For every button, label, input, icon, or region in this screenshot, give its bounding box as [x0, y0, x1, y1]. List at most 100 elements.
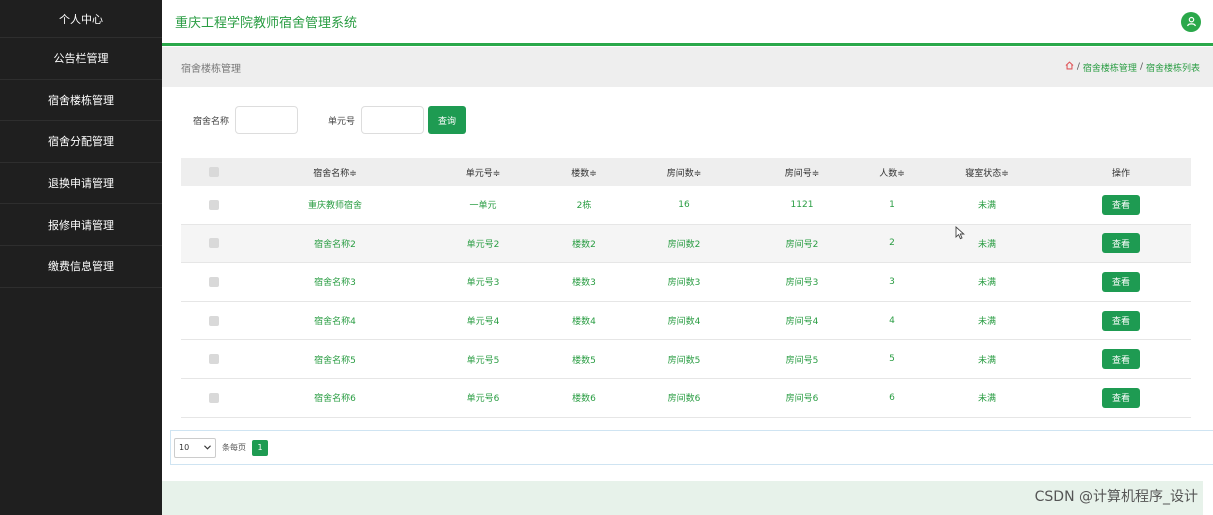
home-icon[interactable] — [1065, 61, 1074, 73]
cell-status: 未满 — [977, 355, 996, 366]
table-row: 重庆教师宿舍 一单元 2栋 16 1121 1 未满 查看 — [181, 186, 1191, 225]
view-button[interactable]: 查看 — [1102, 310, 1140, 331]
cell-floors: 楼数5 — [572, 355, 596, 366]
breadcrumb-item: 宿舍楼栋列表 — [1145, 63, 1200, 74]
header-actions: 操作 — [1111, 168, 1130, 179]
row-checkbox[interactable] — [209, 276, 219, 287]
sidebar-item-label: 公告栏管理 — [53, 52, 109, 66]
view-button[interactable]: 查看 — [1102, 349, 1140, 370]
breadcrumb: / 宿舍楼栋管理 / 宿舍楼栋列表 — [1065, 61, 1200, 74]
cell-status: 未满 — [977, 239, 996, 250]
sidebar-item-label: 缴费信息管理 — [48, 260, 114, 274]
cell-room-no: 房间号5 — [785, 355, 819, 366]
dorm-name-input[interactable] — [235, 106, 299, 134]
row-select-cell — [181, 186, 247, 224]
unit-label: 单元号 — [328, 116, 356, 127]
header-unit[interactable]: 单元号≑ — [423, 158, 543, 186]
cell-rooms: 16 — [678, 199, 690, 210]
table-row: 宿舍名称4 单元号4 楼数4 房间数4 房间号4 4 未满 查看 — [181, 302, 1191, 341]
row-checkbox[interactable] — [209, 199, 219, 210]
table-row: 宿舍名称3 单元号3 楼数3 房间数3 房间号3 3 未满 查看 — [181, 263, 1191, 302]
row-checkbox[interactable] — [209, 354, 219, 365]
app-title: 重庆工程学院教师宿舍管理系统 — [175, 16, 358, 31]
action-cell: 查看 — [1051, 225, 1191, 263]
cell-people: 2 — [889, 238, 895, 249]
breadcrumb-bar: 宿舍楼栋管理 / 宿舍楼栋管理 / 宿舍楼栋列表 — [162, 47, 1213, 87]
row-checkbox[interactable] — [209, 315, 219, 326]
select-all-checkbox[interactable] — [209, 167, 219, 177]
search-button[interactable]: 查询 — [428, 106, 467, 134]
cell-unit: 单元号5 — [466, 355, 500, 366]
table-row: 宿舍名称2 单元号2 楼数2 房间数2 房间号2 2 未满 查看 — [181, 224, 1191, 264]
cell-people: 6 — [889, 392, 895, 403]
breadcrumb-separator: / — [1139, 62, 1143, 72]
header-floors[interactable]: 楼数≑ — [543, 158, 625, 186]
cell-status: 未满 — [977, 394, 996, 405]
sidebar-item-exchange[interactable]: 退换申请管理 — [0, 163, 162, 205]
dorm-name-label: 宿舍名称 — [193, 116, 230, 127]
view-button[interactable]: 查看 — [1102, 387, 1140, 408]
sidebar-item-label: 报修申请管理 — [48, 218, 114, 232]
view-button[interactable]: 查看 — [1102, 194, 1140, 215]
header-rooms[interactable]: 房间数≑ — [625, 158, 743, 186]
per-page-text: 条每页 — [222, 443, 246, 452]
cell-floors: 楼数2 — [572, 239, 596, 250]
breadcrumb-separator: / — [1076, 62, 1080, 72]
cell-floors: 楼数6 — [572, 394, 596, 405]
table-row: 宿舍名称6 单元号6 楼数6 房间数6 房间号6 6 未满 查看 — [181, 379, 1191, 418]
main-content: 重庆工程学院教师宿舍管理系统 宿舍楼栋管理 / 宿舍楼栋管理 / 宿舍楼栋列表 … — [162, 0, 1213, 515]
chevron-down-icon — [204, 443, 211, 452]
sidebar-item-notice[interactable]: 公告栏管理 — [0, 38, 162, 80]
action-cell: 查看 — [1051, 186, 1191, 224]
row-checkbox[interactable] — [209, 238, 219, 249]
cell-rooms: 房间数5 — [667, 355, 701, 366]
sidebar-item-dorm-assign[interactable]: 宿舍分配管理 — [0, 121, 162, 163]
sidebar-item-label: 宿舍分配管理 — [48, 135, 114, 149]
row-select-cell — [181, 302, 247, 340]
cell-room-no: 房间号2 — [785, 239, 819, 250]
page-size-value: 10 — [179, 443, 190, 452]
cell-unit: 单元号4 — [466, 317, 500, 328]
sidebar-item-personal-center[interactable]: 个人中心 — [0, 0, 162, 38]
view-button[interactable]: 查看 — [1102, 233, 1140, 254]
cell-rooms: 房间数3 — [667, 278, 701, 289]
cell-status: 未满 — [977, 317, 996, 328]
row-select-cell — [181, 379, 247, 417]
header-room-no[interactable]: 房间号≑ — [743, 158, 861, 186]
action-cell: 查看 — [1051, 379, 1191, 417]
row-select-cell — [181, 263, 247, 301]
cell-dorm-name: 宿舍名称4 — [314, 317, 356, 328]
mouse-cursor-icon — [955, 225, 965, 243]
row-select-cell — [181, 340, 247, 378]
sidebar-item-payment[interactable]: 缴费信息管理 — [0, 246, 162, 288]
breadcrumb-item[interactable]: 宿舍楼栋管理 — [1083, 61, 1137, 74]
top-bar: 重庆工程学院教师宿舍管理系统 — [162, 0, 1213, 46]
dorm-table: 宿舍名称≑ 单元号≑ 楼数≑ 房间数≑ 房间号≑ 人数≑ 寝室状态≑ 操作 重庆… — [181, 158, 1191, 418]
unit-input[interactable] — [361, 106, 425, 134]
header-dorm-name[interactable]: 宿舍名称≑ — [247, 158, 423, 186]
cell-dorm-name: 宿舍名称2 — [314, 239, 356, 250]
sidebar-item-dorm-building[interactable]: 宿舍楼栋管理 — [0, 80, 162, 122]
sidebar-item-repair[interactable]: 报修申请管理 — [0, 204, 162, 246]
header-people[interactable]: 人数≑ — [861, 158, 923, 186]
cell-unit: 单元号6 — [466, 394, 500, 405]
cell-dorm-name: 宿舍名称5 — [314, 355, 356, 366]
cell-floors: 2栋 — [576, 201, 592, 212]
cell-floors: 楼数3 — [572, 278, 596, 289]
cell-status: 未满 — [977, 201, 996, 212]
view-button[interactable]: 查看 — [1102, 271, 1140, 292]
cell-rooms: 房间数4 — [667, 317, 701, 328]
cell-dorm-name: 宿舍名称3 — [314, 278, 356, 289]
sidebar: 个人中心 公告栏管理 宿舍楼栋管理 宿舍分配管理 退换申请管理 报修申请管理 缴… — [0, 0, 162, 515]
search-form: 宿舍名称 单元号 查询 — [193, 106, 467, 134]
sidebar-item-label: 退换申请管理 — [48, 177, 114, 191]
sidebar-item-label: 宿舍楼栋管理 — [48, 93, 114, 107]
row-checkbox[interactable] — [209, 392, 219, 403]
page-size-select[interactable]: 10 — [174, 437, 216, 458]
cell-dorm-name: 宿舍名称6 — [314, 394, 356, 405]
user-icon[interactable] — [1181, 11, 1201, 32]
header-status[interactable]: 寝室状态≑ — [923, 158, 1051, 186]
page-number-button[interactable]: 1 — [252, 439, 268, 456]
sidebar-item-label: 个人中心 — [59, 12, 103, 26]
cell-room-no: 房间号3 — [785, 278, 819, 289]
